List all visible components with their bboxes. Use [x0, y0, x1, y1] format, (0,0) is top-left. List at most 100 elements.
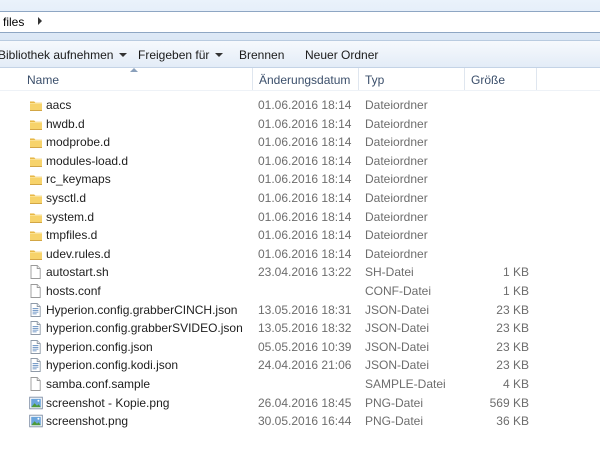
- file-type: PNG-Datei: [365, 414, 424, 429]
- command-toolbar: Bibliothek aufnehmen Freigeben für Brenn…: [0, 41, 600, 68]
- file-row[interactable]: hwdb.d 01.06.2016 18:14 Dateiordner: [0, 115, 600, 133]
- file-row[interactable]: rc_keymaps 01.06.2016 18:14 Dateiordner: [0, 170, 600, 188]
- file-date: 01.06.2016 18:14: [258, 135, 352, 150]
- file-row[interactable]: samba.conf.sample SAMPLE-Datei 4 KB: [0, 375, 600, 393]
- file-type: SAMPLE-Datei: [365, 377, 446, 391]
- file-name: hwdb.d: [46, 116, 85, 131]
- dropdown-arrow-icon: [215, 53, 224, 57]
- file-name: tmpfiles.d: [46, 228, 98, 243]
- file-date: 01.06.2016 18:14: [258, 98, 352, 112]
- header-divider: [0, 90, 600, 91]
- file-date: 30.05.2016 16:44: [258, 414, 352, 429]
- folder-icon: [29, 210, 42, 224]
- file-row[interactable]: udev.rules.d 01.06.2016 18:14 Dateiordner: [0, 245, 600, 263]
- file-row[interactable]: modprobe.d 01.06.2016 18:14 Dateiordner: [0, 133, 600, 151]
- breadcrumb-current-folder[interactable]: files: [3, 15, 24, 29]
- file-name: udev.rules.d: [46, 246, 111, 261]
- file-type: Dateiordner: [365, 246, 428, 261]
- folder-icon: [29, 172, 42, 186]
- file-date: 05.05.2016 10:39: [258, 339, 352, 354]
- file-date: 01.06.2016 18:14: [258, 116, 352, 131]
- share-with-label: Freigeben für: [138, 48, 210, 62]
- file-size: 23 KB: [496, 358, 529, 373]
- file-row[interactable]: Hyperion.config.grabberCINCH.json 13.05.2…: [0, 301, 600, 319]
- file-row[interactable]: screenshot - Kopie.png 26.04.2016 18:45 PN…: [0, 394, 600, 412]
- blank-file-icon: [29, 377, 42, 391]
- address-bar[interactable]: files: [0, 11, 600, 33]
- file-type: SH-Datei: [365, 265, 414, 280]
- file-date: 01.06.2016 18:14: [258, 246, 352, 261]
- file-type: Dateiordner: [365, 191, 428, 205]
- file-row[interactable]: hyperion.config.kodi.json 24.04.2016 21:0…: [0, 356, 600, 374]
- file-row[interactable]: hyperion.config.json 05.05.2016 10:39 JSON…: [0, 338, 600, 356]
- file-type: JSON-Datei: [365, 321, 430, 336]
- file-name: hyperion.config.json: [46, 339, 153, 354]
- column-header-type-label: Typ: [365, 73, 385, 87]
- file-date: 01.06.2016 18:14: [258, 172, 352, 187]
- column-header-date[interactable]: Änderungsdatum: [253, 68, 359, 90]
- file-size: 1 KB: [502, 265, 529, 280]
- folder-icon: [29, 247, 42, 261]
- file-type: Dateiordner: [365, 172, 428, 187]
- file-type: Dateiordner: [365, 209, 428, 224]
- column-header-type[interactable]: Typ: [359, 68, 465, 90]
- folder-icon: [29, 135, 42, 149]
- file-row[interactable]: sysctl.d 01.06.2016 18:14 Dateiordner: [0, 189, 600, 207]
- blank-file-icon: [29, 284, 42, 298]
- file-type: Dateiordner: [365, 98, 428, 112]
- file-row[interactable]: modules-load.d 01.06.2016 18:14 Dateiordne…: [0, 152, 600, 170]
- file-type: JSON-Datei: [365, 302, 430, 317]
- file-row[interactable]: screenshot.png 30.05.2016 16:44 PNG-Datei 3…: [0, 412, 600, 430]
- breadcrumb-chevron-icon[interactable]: [38, 17, 42, 25]
- share-with-button[interactable]: Freigeben für: [138, 48, 224, 62]
- file-type: PNG-Datei: [365, 395, 424, 410]
- file-date: 26.04.2016 18:45: [258, 395, 352, 410]
- file-name: autostart.sh: [46, 265, 109, 280]
- file-type: JSON-Datei: [365, 339, 430, 354]
- file-name: samba.conf.sample: [46, 377, 151, 391]
- file-row[interactable]: aacs 01.06.2016 18:14 Dateiordner: [0, 96, 600, 114]
- file-size: 4 KB: [502, 377, 529, 391]
- column-header-name-label: Name: [27, 73, 60, 87]
- text-file-icon: [29, 339, 42, 354]
- file-row[interactable]: system.d 01.06.2016 18:14 Dateiordner: [0, 208, 600, 226]
- file-type: CONF-Datei: [365, 284, 432, 298]
- file-type: JSON-Datei: [365, 358, 430, 373]
- address-bar-area: files: [0, 0, 600, 41]
- file-size: 23 KB: [496, 302, 529, 317]
- file-name: hyperion.config.grabberSVIDEO.json: [46, 321, 243, 336]
- file-date: 23.04.2016 13:22: [258, 265, 352, 280]
- image-file-icon: [29, 396, 43, 410]
- file-row[interactable]: hyperion.config.grabberSVIDEO.json 13.05.…: [0, 319, 600, 337]
- file-type: Dateiordner: [365, 135, 428, 150]
- file-name: modprobe.d: [46, 135, 111, 150]
- column-header-size[interactable]: Größe: [465, 68, 537, 90]
- folder-icon: [29, 117, 42, 131]
- file-row[interactable]: autostart.sh 23.04.2016 13:22 SH-Datei 1 KB: [0, 263, 600, 281]
- include-in-library-label: Bibliothek aufnehmen: [0, 48, 114, 62]
- file-row[interactable]: hosts.conf CONF-Datei 1 KB: [0, 282, 600, 300]
- file-name: sysctl.d: [46, 191, 87, 205]
- file-type: Dateiordner: [365, 153, 428, 168]
- folder-icon: [29, 191, 42, 205]
- file-date: 01.06.2016 18:14: [258, 209, 352, 224]
- file-date: 01.06.2016 18:14: [258, 191, 352, 205]
- file-date: 24.04.2016 21:06: [258, 358, 352, 373]
- column-header-size-label: Größe: [471, 73, 506, 87]
- dropdown-arrow-icon: [119, 53, 128, 57]
- include-in-library-button[interactable]: Bibliothek aufnehmen: [0, 48, 128, 62]
- file-size: 36 KB: [496, 414, 529, 429]
- file-size: 569 KB: [489, 395, 529, 410]
- file-name: system.d: [46, 209, 95, 224]
- file-size: 23 KB: [496, 339, 529, 354]
- file-type: Dateiordner: [365, 228, 428, 243]
- file-date: 01.06.2016 18:14: [258, 228, 352, 243]
- text-file-icon: [29, 321, 42, 336]
- folder-icon: [29, 228, 42, 242]
- image-file-icon: [29, 414, 43, 428]
- file-row[interactable]: tmpfiles.d 01.06.2016 18:14 Dateiordner: [0, 226, 600, 244]
- file-name: screenshot.png: [46, 414, 129, 429]
- burn-button[interactable]: Brennen: [239, 48, 284, 62]
- new-folder-button[interactable]: Neuer Ordner: [305, 48, 378, 62]
- file-name: modules-load.d: [46, 153, 129, 168]
